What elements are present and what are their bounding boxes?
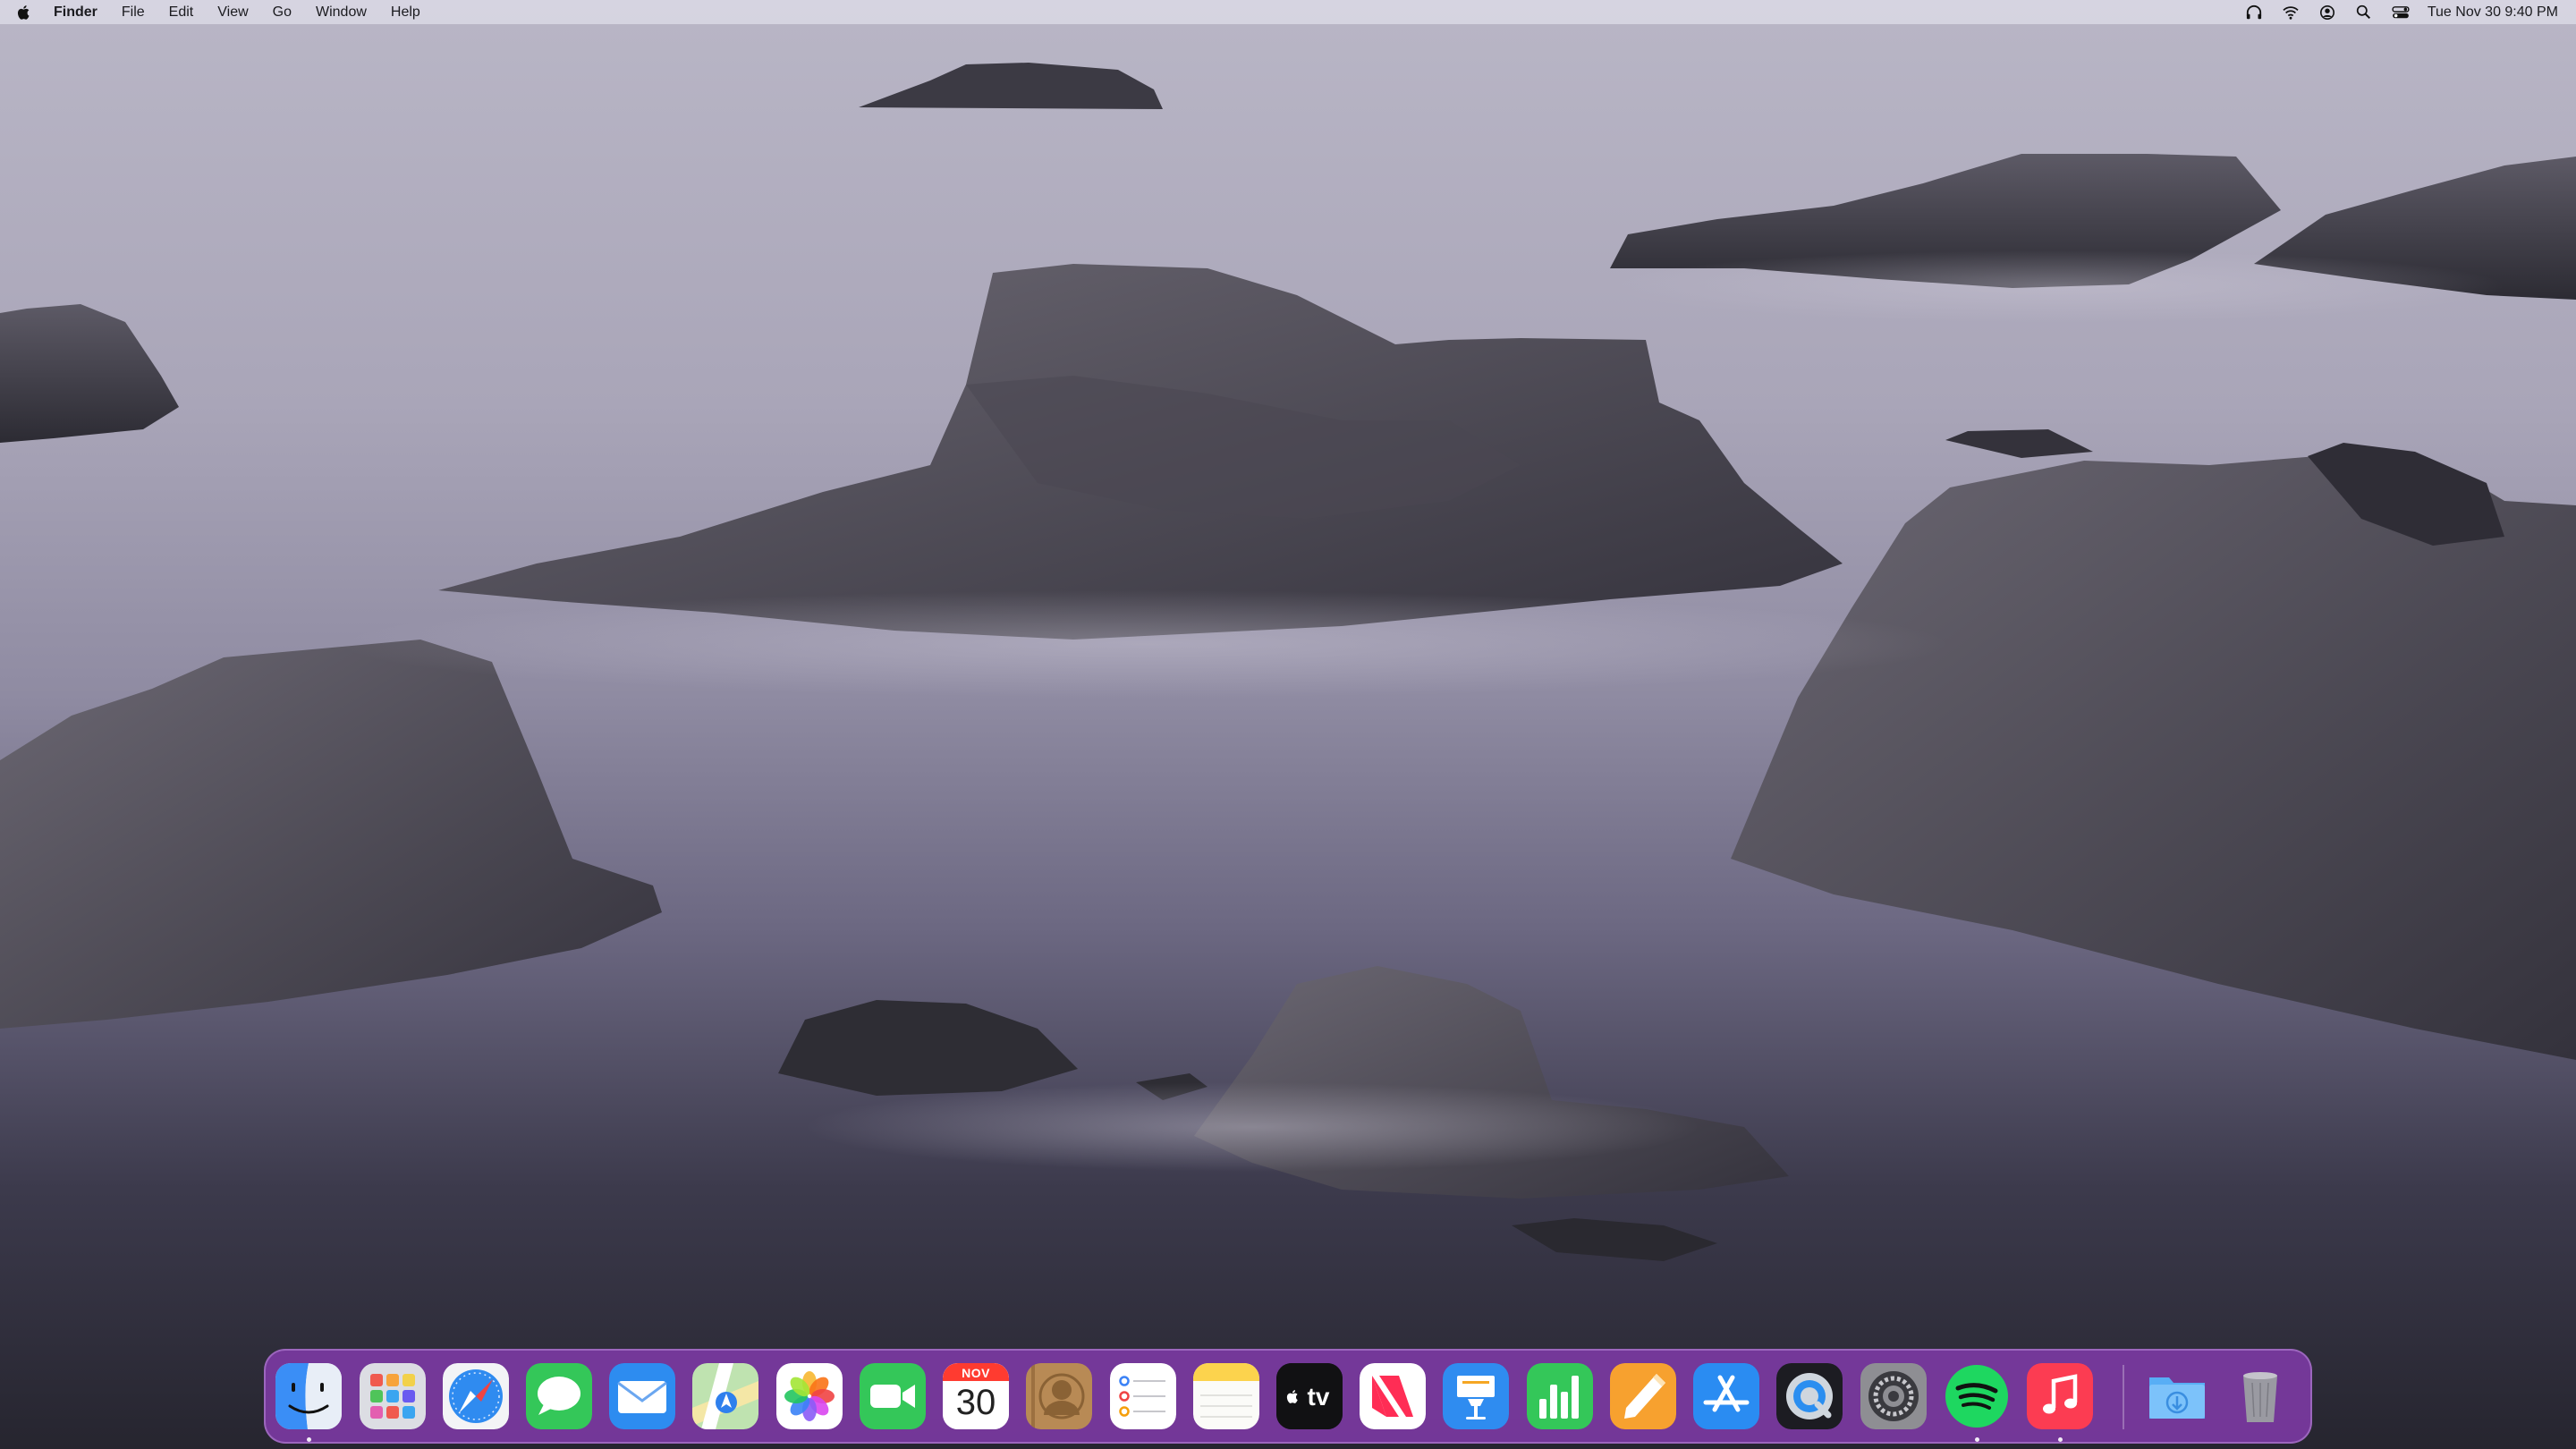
dock-spotify[interactable] (1944, 1363, 2010, 1429)
calendar-day: 30 (955, 1383, 996, 1422)
messages-bubble-icon (526, 1363, 592, 1429)
pages-pen-icon (1610, 1363, 1676, 1429)
status-menu-area: Tue Nov 30 9:40 PM (2244, 0, 2558, 24)
user-account-icon[interactable] (2318, 4, 2337, 21)
tv-label: tv (1307, 1383, 1330, 1411)
dock-maps[interactable] (692, 1363, 758, 1429)
menu-bar: Finder File Edit View Go Window Help Tue… (0, 0, 2576, 24)
menu-window[interactable]: Window (314, 3, 369, 22)
desktop: Finder File Edit View Go Window Help Tue… (0, 0, 2576, 1449)
dock-notes[interactable] (1193, 1363, 1259, 1429)
menu-bar-clock[interactable]: Tue Nov 30 9:40 PM (2428, 4, 2558, 21)
dock-photos[interactable] (776, 1363, 843, 1429)
dock-messages[interactable] (526, 1363, 592, 1429)
menu-help[interactable]: Help (389, 3, 422, 22)
dock-app-store[interactable] (1693, 1363, 1759, 1429)
finder-icon (275, 1363, 342, 1429)
calendar-month: NOV (962, 1366, 990, 1380)
dock-downloads[interactable] (2144, 1363, 2210, 1429)
dock-trash[interactable] (2227, 1363, 2293, 1429)
dock-tv[interactable]: tv (1276, 1363, 1343, 1429)
dock-music[interactable] (2027, 1363, 2093, 1429)
dock-reminders[interactable] (1110, 1363, 1176, 1429)
dock-launchpad[interactable] (360, 1363, 426, 1429)
keynote-podium-icon (1443, 1363, 1509, 1429)
control-center-icon[interactable] (2391, 4, 2411, 21)
headphones-music-icon[interactable] (2244, 4, 2264, 21)
spotlight-search-icon[interactable] (2354, 4, 2374, 21)
dock-system-preferences[interactable] (1860, 1363, 1927, 1429)
safari-compass-icon (443, 1363, 509, 1429)
dock-calendar[interactable]: NOV 30 (943, 1363, 1009, 1429)
news-icon (1360, 1363, 1426, 1429)
app-store-icon (1693, 1363, 1759, 1429)
dock-finder[interactable] (275, 1363, 342, 1429)
quicktime-icon (1776, 1363, 1843, 1429)
dock-contacts[interactable] (1026, 1363, 1092, 1429)
desktop-wallpaper (0, 63, 2576, 1261)
reminders-list-icon (1110, 1363, 1176, 1429)
dock-pages[interactable] (1610, 1363, 1676, 1429)
mail-envelope-icon (609, 1363, 675, 1429)
numbers-bar-chart-icon (1527, 1363, 1593, 1429)
wifi-icon[interactable] (2281, 4, 2301, 21)
trash-can-icon (2243, 1372, 2277, 1422)
running-indicator-music (2058, 1437, 2063, 1442)
photos-flower-icon (776, 1363, 843, 1429)
system-preferences-gear-icon (1860, 1363, 1927, 1429)
notes-icon (1193, 1363, 1259, 1429)
dock-safari[interactable] (443, 1363, 509, 1429)
downloads-folder-icon (2149, 1377, 2205, 1419)
contacts-icon (1026, 1363, 1092, 1429)
dock-mail[interactable] (609, 1363, 675, 1429)
running-indicator-finder (307, 1437, 311, 1442)
music-note-icon (2027, 1363, 2093, 1429)
menu-view[interactable]: View (216, 3, 250, 22)
dock-quicktime[interactable] (1776, 1363, 1843, 1429)
launchpad-icon (360, 1363, 426, 1429)
dock-facetime[interactable] (860, 1363, 926, 1429)
maps-icon (692, 1363, 758, 1429)
spotify-icon (1945, 1365, 2008, 1428)
facetime-camera-icon (860, 1363, 926, 1429)
apple-logo-icon[interactable] (16, 3, 36, 22)
app-menu-finder[interactable]: Finder (52, 3, 99, 22)
menu-go[interactable]: Go (271, 3, 293, 22)
running-indicator-spotify (1975, 1437, 1979, 1442)
menu-edit[interactable]: Edit (167, 3, 196, 22)
dock: NOV 30 tv (264, 1349, 2312, 1444)
menu-file[interactable]: File (120, 3, 147, 22)
dock-keynote[interactable] (1443, 1363, 1509, 1429)
dock-numbers[interactable] (1527, 1363, 1593, 1429)
dock-separator (2123, 1365, 2124, 1429)
dock-news[interactable] (1360, 1363, 1426, 1429)
